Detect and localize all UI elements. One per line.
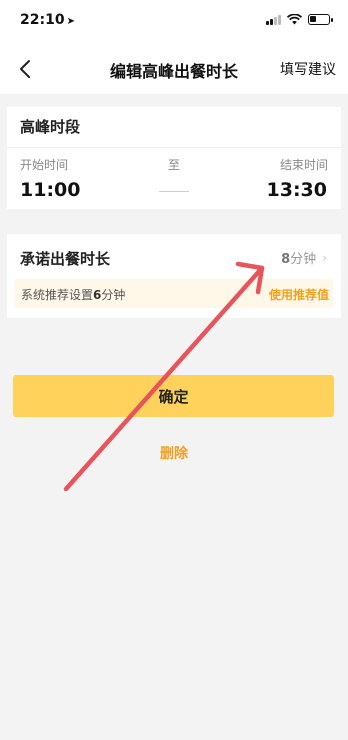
nav-bar: 编辑高峰出餐时长 填写建议 [0, 44, 348, 94]
commit-duration-value: 8分钟 [281, 252, 317, 267]
status-icons [266, 14, 333, 25]
battery-icon [308, 14, 333, 25]
peak-period-title: 高峰时段 [20, 118, 81, 136]
range-dash [159, 191, 189, 192]
peak-period-card: 高峰时段 开始时间 至 结束时间 11:00 13:30 [7, 107, 341, 209]
status-bar: 22:10 ➤ [0, 0, 348, 44]
commit-duration-card: 承诺出餐时长 8分钟 › 系统推荐设置6分钟 使用推荐值 [7, 234, 341, 318]
recommendation-text: 系统推荐设置6分钟 [21, 288, 126, 302]
signal-icon [266, 14, 281, 25]
recommendation-banner: 系统推荐设置6分钟 使用推荐值 [15, 279, 333, 308]
delete-button[interactable]: 删除 [0, 443, 348, 463]
feedback-button[interactable]: 填写建议 [280, 59, 336, 79]
end-time-picker[interactable]: 13:30 [267, 179, 327, 201]
status-time: 22:10 ➤ [20, 12, 75, 28]
chevron-right-icon: › [322, 250, 327, 265]
commit-duration-label: 承诺出餐时长 [20, 250, 111, 268]
end-time-label: 结束时间 [279, 158, 328, 172]
start-time-picker[interactable]: 11:00 [20, 179, 80, 201]
confirm-button[interactable]: 确定 [13, 375, 334, 417]
wifi-icon [287, 14, 302, 25]
divider [7, 147, 341, 148]
commit-duration-selector[interactable]: 8分钟 › [281, 248, 327, 268]
time-text: 22:10 [20, 12, 65, 28]
location-icon: ➤ [66, 16, 75, 27]
use-recommended-button[interactable]: 使用推荐值 [269, 286, 329, 303]
